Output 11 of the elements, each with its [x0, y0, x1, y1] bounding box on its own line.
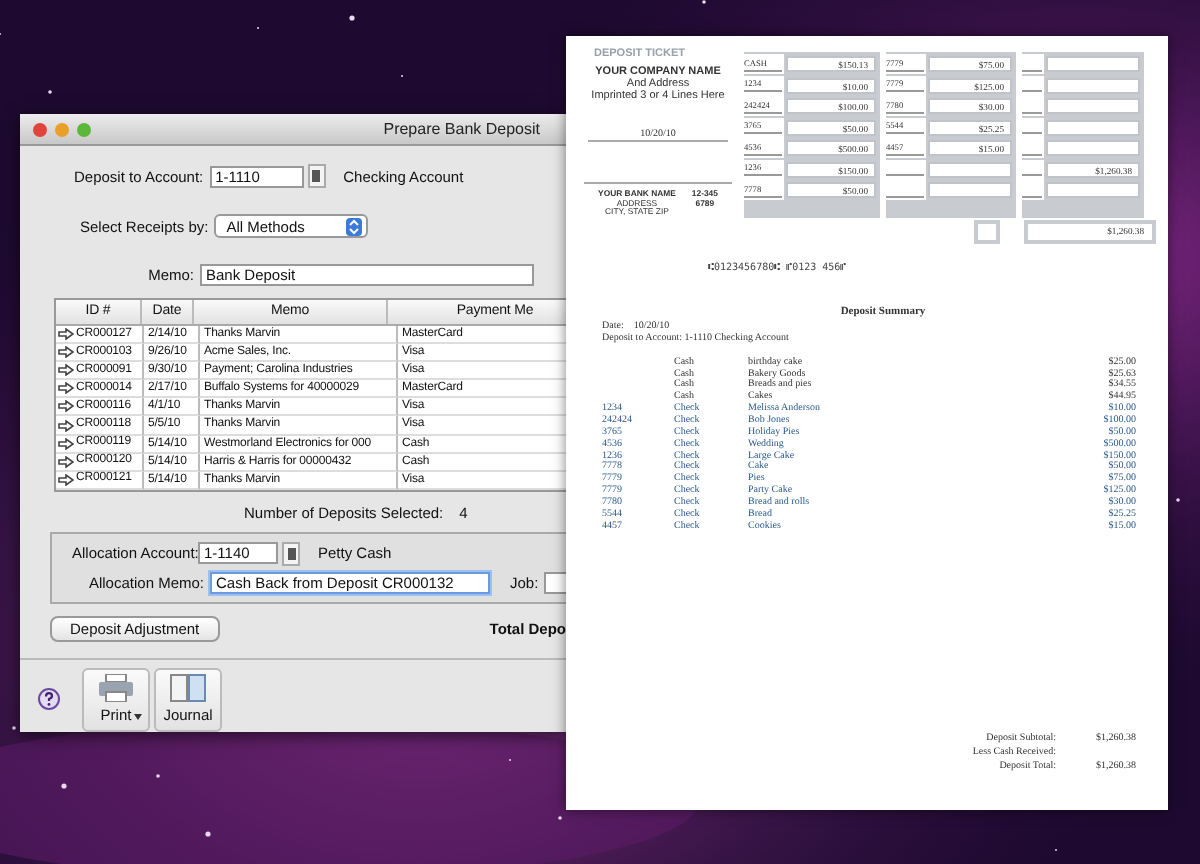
list-icon — [287, 547, 295, 560]
job-field[interactable] — [544, 571, 566, 594]
stepper-icon — [346, 217, 363, 235]
printer-icon — [98, 674, 134, 703]
window-title: Prepare Bank Deposit — [383, 120, 540, 138]
help-icon[interactable] — [38, 688, 60, 711]
lookup-button[interactable] — [282, 541, 300, 566]
window-controls-icon[interactable] — [32, 121, 92, 137]
list-icon — [312, 170, 321, 182]
book-icon — [170, 674, 206, 703]
lookup-button[interactable] — [307, 164, 326, 188]
